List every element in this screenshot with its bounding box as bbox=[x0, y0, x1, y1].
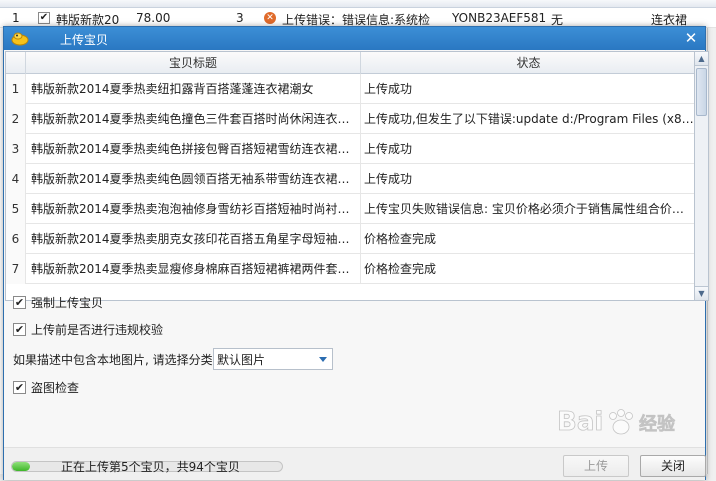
row-title-cell: 韩版新款2014夏季热卖纯色撞色三件套百搭时尚休闲连衣裙… bbox=[26, 104, 361, 134]
bg-row-checkbox[interactable]: ✔ bbox=[38, 12, 50, 24]
app-logo-icon bbox=[11, 32, 29, 46]
row-index: 3 bbox=[6, 134, 26, 164]
force-upload-label: 强制上传宝贝 bbox=[31, 296, 104, 310]
scroll-up-arrow-icon[interactable]: ▲ bbox=[695, 52, 708, 66]
image-category-label: 如果描述中包含本地图片, 请选择分类 bbox=[13, 353, 213, 367]
dialog-footer: 正在上传第5个宝贝，共94个宝贝 上传 关闭 bbox=[4, 447, 706, 480]
upload-progress-fill bbox=[12, 462, 30, 471]
column-header-status[interactable]: 状态 bbox=[361, 52, 694, 74]
theft-check-checkbox[interactable]: ✔ bbox=[13, 381, 26, 394]
close-button[interactable]: 关闭 bbox=[640, 455, 706, 477]
bg-row-qty: 3 bbox=[236, 11, 244, 25]
row-index: 7 bbox=[6, 254, 26, 284]
row-index: 2 bbox=[6, 104, 26, 134]
row-title-cell: 韩版新款2014夏季热卖纯色圆领百搭无袖系带雪纺连衣裙长… bbox=[26, 164, 361, 194]
violation-check-checkbox[interactable]: ✔ bbox=[13, 323, 26, 336]
image-category-select[interactable]: 默认图片 bbox=[213, 348, 333, 370]
row-status-cell: 上传成功 bbox=[364, 172, 413, 186]
column-header-index bbox=[6, 52, 26, 74]
table-header: 宝贝标题 状态 bbox=[6, 52, 694, 74]
row-title-cell: 韩版新款2014夏季热卖泡泡袖修身雪纺衫百搭短袖时尚衬衫… bbox=[26, 194, 361, 224]
row-status-cell: 价格检查完成 bbox=[364, 262, 437, 276]
scrollbar-thumb[interactable] bbox=[696, 68, 707, 116]
row-index: 1 bbox=[6, 74, 26, 104]
dialog-title: 上传宝贝 bbox=[60, 33, 109, 47]
force-upload-checkbox[interactable]: ✔ bbox=[13, 296, 26, 309]
close-icon[interactable]: ✕ bbox=[683, 29, 699, 47]
violation-check-label: 上传前是否进行违规校验 bbox=[31, 323, 164, 337]
upload-button[interactable]: 上传 bbox=[563, 455, 629, 477]
table-row[interactable]: 3 韩版新款2014夏季热卖纯色拼接包臀百搭短裙雪纺连衣裙潮女 上传成功 bbox=[6, 134, 694, 164]
bg-row-price: 78.00 bbox=[136, 11, 171, 25]
row-status-cell: 上传成功 bbox=[364, 142, 413, 156]
image-category-value: 默认图片 bbox=[217, 353, 266, 367]
bg-row-code: YONB23AEF581 bbox=[452, 11, 547, 25]
error-icon: ✕ bbox=[264, 12, 276, 24]
row-status-cell: 上传成功 bbox=[364, 82, 413, 96]
baidu-jingyan-watermark: Bai 经验 bbox=[557, 407, 677, 438]
row-title-cell: 韩版新款2014夏季热卖朋克女孩印花百搭五角星字母短袖连… bbox=[26, 224, 361, 254]
row-status-cell: 上传成功,但发生了以下错误:update d:/Program Files (x… bbox=[364, 112, 695, 126]
dialog-titlebar[interactable]: 上传宝贝 ✕ bbox=[4, 27, 705, 50]
row-status-cell: 价格检查完成 bbox=[364, 232, 437, 246]
row-title-cell: 韩版新款2014夏季热卖纽扣露背百搭蓬蓬连衣裙潮女 bbox=[26, 74, 361, 104]
bg-row-num: 1 bbox=[12, 11, 20, 25]
watermark-sub: 经验 bbox=[639, 413, 676, 435]
watermark-text: Bai bbox=[557, 407, 603, 437]
row-title-cell: 韩版新款2014夏季热卖显瘦修身棉麻百搭短裙裤裙两件套浪… bbox=[26, 254, 361, 284]
upload-items-table: 宝贝标题 状态 1 韩版新款2014夏季热卖纽扣露背百搭蓬蓬连衣裙潮女 上传成功 2 韩… bbox=[5, 51, 695, 301]
table-row[interactable]: 2 韩版新款2014夏季热卖纯色撞色三件套百搭时尚休闲连衣裙… 上传成功,但发生了以… bbox=[6, 104, 695, 134]
table-row[interactable]: 4 韩版新款2014夏季热卖纯色圆领百搭无袖系带雪纺连衣裙长… 上传成功 bbox=[6, 164, 694, 194]
table-row[interactable]: 6 韩版新款2014夏季热卖朋克女孩印花百搭五角星字母短袖连… 价格检查完成 bbox=[6, 224, 694, 254]
row-status-cell: 上传宝贝失败错误信息: 宝贝价格必须介于销售属性组合价… bbox=[364, 202, 684, 216]
theft-check-label: 盗图检查 bbox=[31, 381, 80, 395]
background-table-row[interactable]: 1 ✔ 韩版新款20 78.00 3 ✕ 上传错误：错误信息:系统检 YONB2… bbox=[0, 8, 716, 28]
dropdown-arrow-icon[interactable] bbox=[319, 357, 327, 362]
row-index: 4 bbox=[6, 164, 26, 194]
row-index: 5 bbox=[6, 194, 26, 224]
row-title-cell: 韩版新款2014夏季热卖纯色拼接包臀百搭短裙雪纺连衣裙潮女 bbox=[26, 134, 361, 164]
column-header-title[interactable]: 宝贝标题 bbox=[26, 52, 361, 74]
table-row[interactable]: 1 韩版新款2014夏季热卖纽扣露背百搭蓬蓬连衣裙潮女 上传成功 bbox=[6, 74, 694, 104]
table-scrollbar[interactable]: ▲ ▼ bbox=[695, 51, 709, 301]
scroll-down-arrow-icon[interactable]: ▼ bbox=[695, 286, 708, 300]
table-row[interactable]: 7 韩版新款2014夏季热卖显瘦修身棉麻百搭短裙裤裙两件套浪… 价格检查完成 bbox=[6, 254, 694, 284]
background-table-header bbox=[0, 0, 716, 8]
table-row[interactable]: 5 韩版新款2014夏季热卖泡泡袖修身雪纺衫百搭短袖时尚衬衫… 上传宝贝失败错误信息… bbox=[6, 194, 694, 224]
upload-progress-text: 正在上传第5个宝贝，共94个宝贝 bbox=[61, 460, 240, 474]
row-index: 6 bbox=[6, 224, 26, 254]
